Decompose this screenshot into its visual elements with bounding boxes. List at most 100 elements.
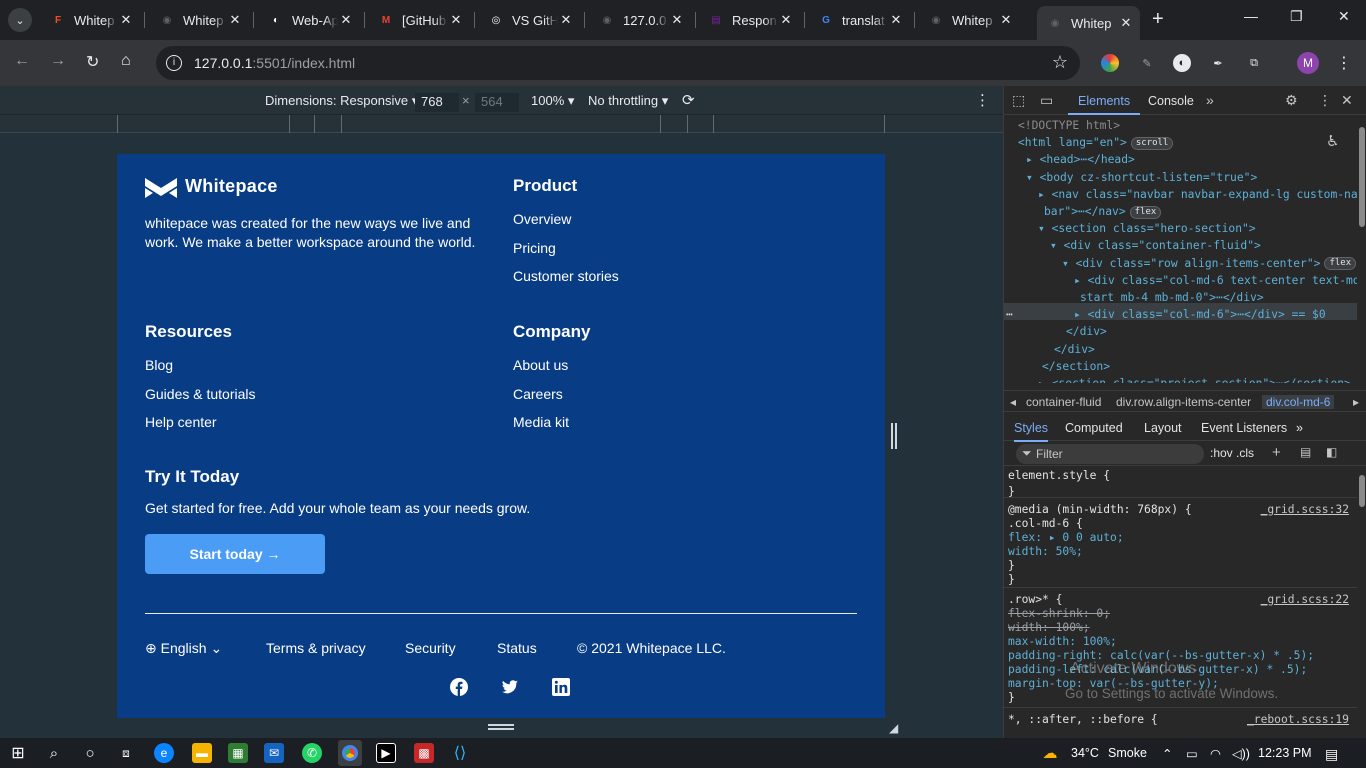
new-tab-button[interactable]: +	[1152, 8, 1164, 31]
extensions-puzzle-icon[interactable]: ⧉	[1245, 54, 1263, 72]
edge-icon[interactable]: e	[154, 743, 174, 763]
home-button[interactable]: ⌂	[121, 52, 131, 70]
extension-circle-icon[interactable]: ◐	[1173, 54, 1191, 72]
dom-node-line[interactable]: ▾ <div class="container-fluid">	[1050, 237, 1261, 254]
weather-icon[interactable]: ☁	[1040, 743, 1060, 763]
tab-close-icon[interactable]: ✕	[118, 12, 134, 28]
viewport-resize-corner-icon[interactable]: ◢	[889, 721, 898, 735]
tab-close-icon[interactable]: ✕	[669, 12, 685, 28]
crumb-container-fluid[interactable]: container-fluid	[1026, 395, 1101, 409]
company-link-careers[interactable]: Careers	[513, 386, 563, 402]
whatsapp-icon[interactable]: ✆	[302, 743, 322, 763]
node-actions-icon[interactable]: ⋯	[1006, 306, 1013, 323]
dom-node-line[interactable]: start mb-4 mb-md-0">⋯</div>	[1080, 289, 1264, 306]
close-window-button[interactable]: ✕	[1338, 8, 1350, 25]
crumb-col-md-6[interactable]: div.col-md-6	[1262, 395, 1335, 409]
tab-2[interactable]: ◐ Web-Ap ✕	[258, 6, 360, 34]
resources-link-guides[interactable]: Guides & tutorials	[145, 386, 256, 402]
rotate-icon[interactable]: ⟳	[682, 91, 695, 109]
dom-badge[interactable]: flex	[1129, 205, 1162, 219]
style-rule-line[interactable]: flex: ▸ 0 0 auto;	[1008, 531, 1124, 545]
dom-node-line[interactable]: </div>	[1066, 323, 1107, 340]
terms-link[interactable]: Terms & privacy	[266, 640, 366, 656]
dom-badge[interactable]: flex	[1324, 257, 1357, 271]
more-style-tabs-icon[interactable]: »	[1296, 421, 1303, 435]
security-link[interactable]: Security	[405, 640, 456, 656]
store-icon[interactable]: ▦	[228, 743, 248, 763]
address-bar[interactable]: i 127.0.0.1:5501/index.html ☆	[156, 46, 1080, 80]
tab-close-icon[interactable]: ✕	[558, 12, 574, 28]
file-explorer-icon[interactable]: ▬	[192, 743, 212, 763]
style-source-link[interactable]: _grid.scss:22	[1261, 593, 1349, 607]
maximize-button[interactable]: ❐	[1290, 8, 1303, 25]
computed-styles-icon[interactable]: ▤	[1300, 445, 1311, 459]
device-toggle-icon[interactable]: ▭	[1040, 92, 1053, 109]
tab-1[interactable]: ◉ Whitep ✕	[149, 6, 249, 34]
tab-layout[interactable]: Layout	[1144, 421, 1182, 435]
site-info-icon[interactable]: i	[166, 55, 182, 71]
mail-icon[interactable]: ✉	[264, 743, 284, 763]
style-rule-line[interactable]: max-width: 100%;	[1008, 635, 1117, 649]
extension-color-icon[interactable]	[1101, 54, 1119, 72]
tab-0[interactable]: F Whitep ✕	[40, 6, 140, 34]
style-rule-line[interactable]: .col-md-6 {	[1008, 517, 1083, 531]
style-rule-line[interactable]: element.style {	[1008, 469, 1110, 483]
tab-styles[interactable]: Styles	[1014, 421, 1049, 442]
cortana-icon[interactable]: ○	[80, 743, 100, 763]
dom-node-line[interactable]: ▾ <section class="hero-section">	[1038, 220, 1256, 237]
tab-close-icon[interactable]: ✕	[888, 12, 904, 28]
start-today-button[interactable]: Start today →	[145, 534, 325, 574]
tab-close-icon[interactable]: ✕	[227, 12, 243, 28]
hov-cls-toggles[interactable]: :hov .cls	[1210, 446, 1254, 460]
style-rule-line[interactable]: @media (min-width: 768px) {	[1008, 503, 1192, 517]
resources-link-blog[interactable]: Blog	[145, 357, 173, 373]
media-query-ruler[interactable]	[0, 115, 1003, 133]
settings-gear-icon[interactable]: ⚙	[1285, 92, 1298, 109]
throttling-select[interactable]: No throttling ▾	[588, 93, 668, 109]
back-button[interactable]: ←	[14, 52, 30, 70]
search-icon[interactable]: ⌕	[44, 743, 64, 763]
style-rule-line[interactable]: }	[1008, 691, 1015, 705]
style-rule-line[interactable]: }	[1008, 573, 1015, 587]
tab-event-listeners[interactable]: Event Listeners	[1201, 421, 1287, 435]
new-rule-icon[interactable]: +	[1272, 444, 1281, 461]
tab-search-button[interactable]: ⌄	[8, 8, 32, 32]
dom-node-line[interactable]: bar">⋯</nav> flex	[1044, 203, 1162, 220]
tab-3[interactable]: M [GitHub ✕	[368, 6, 470, 34]
dom-node-line[interactable]: </section>	[1042, 358, 1110, 375]
wifi-icon[interactable]: ◠	[1210, 746, 1221, 761]
app-grid-icon[interactable]: ▩	[414, 743, 434, 763]
battery-icon[interactable]: ▭	[1186, 746, 1198, 761]
viewport-resize-handle-right[interactable]	[891, 423, 897, 449]
twitter-icon[interactable]	[501, 678, 519, 696]
crumb-scroll-left-icon[interactable]: ◂	[1010, 395, 1016, 409]
style-rule-line[interactable]: *, ::after, ::before {	[1008, 713, 1158, 727]
tab-close-icon[interactable]: ✕	[338, 12, 354, 28]
height-input[interactable]: 564	[475, 93, 519, 112]
style-source-link[interactable]: _grid.scss:32	[1261, 503, 1349, 517]
accessibility-icon[interactable]: ♿	[1326, 132, 1339, 150]
dom-node-line[interactable]: </div>	[1054, 341, 1095, 358]
tab-close-icon[interactable]: ✕	[998, 12, 1014, 28]
windows-start-icon[interactable]: ⊞	[8, 743, 28, 763]
extension-dropper-icon[interactable]: ✒	[1209, 54, 1227, 72]
vscode-icon[interactable]: ⟨⟩	[450, 743, 470, 763]
dom-node-line[interactable]: ▾ <div class="row align-items-center"> fl…	[1062, 255, 1357, 272]
tab-7[interactable]: Gtranslat ✕	[808, 6, 910, 34]
linkedin-icon[interactable]	[552, 678, 570, 696]
profile-avatar[interactable]: M	[1297, 52, 1319, 74]
reload-button[interactable]: ↻	[86, 52, 99, 72]
product-link-overview[interactable]: Overview	[513, 211, 571, 227]
sidebar-toggle-icon[interactable]: ◧	[1326, 445, 1337, 459]
volume-icon[interactable]: ◁))	[1232, 746, 1250, 761]
forward-button[interactable]: →	[50, 52, 66, 70]
dom-node-line[interactable]: ▸ <div class="col-md-6">⋯</div> == $0	[1074, 306, 1326, 323]
devtools-menu-icon[interactable]: ⋮	[1318, 92, 1332, 109]
dom-node-line[interactable]: ▾ <body cz-shortcut-listen="true">	[1026, 169, 1257, 186]
task-view-icon[interactable]: ⧈	[116, 743, 136, 763]
tab-elements[interactable]: Elements	[1068, 86, 1141, 115]
tray-chevron-icon[interactable]: ⌃	[1162, 746, 1172, 761]
tab-computed[interactable]: Computed	[1065, 421, 1123, 435]
zoom-select[interactable]: 100% ▾	[531, 93, 574, 109]
style-rule-line[interactable]: }	[1008, 559, 1015, 573]
